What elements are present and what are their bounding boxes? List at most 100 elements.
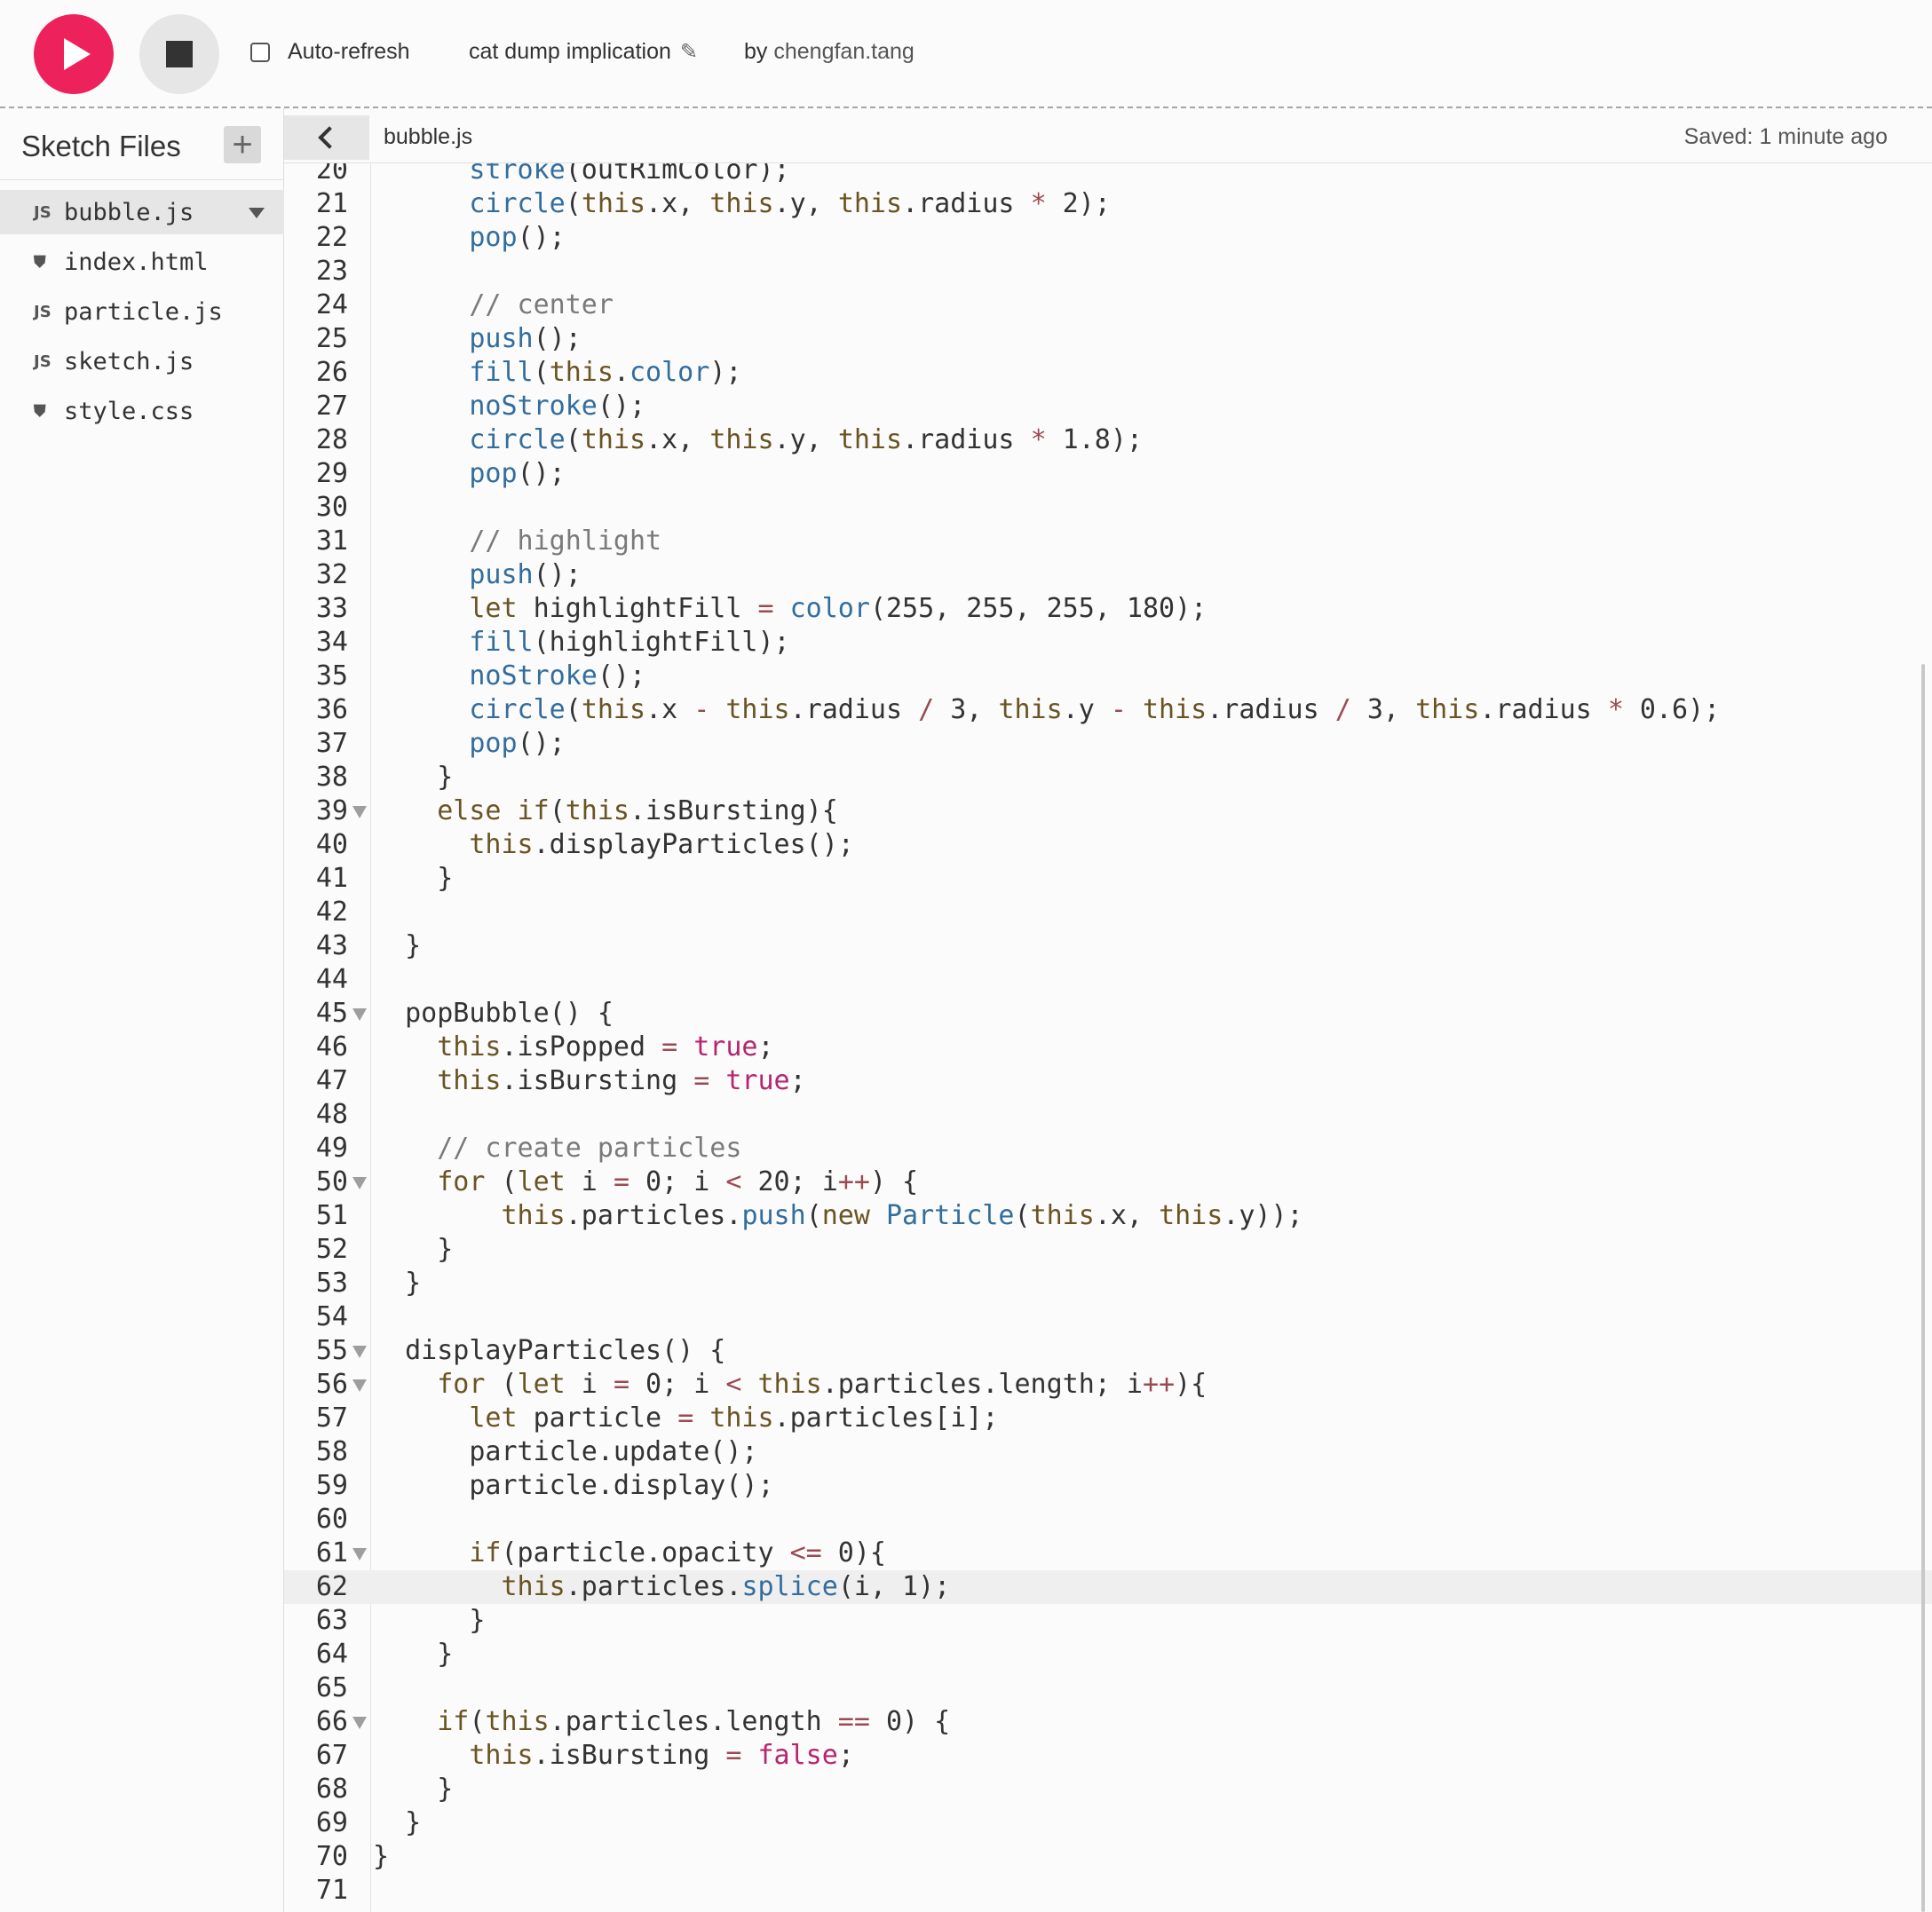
code-line[interactable]: 29 pop(); bbox=[284, 457, 1932, 491]
code-line[interactable]: 53 } bbox=[284, 1267, 1932, 1300]
line-number: 43 bbox=[315, 930, 348, 961]
code-line[interactable]: 52 } bbox=[284, 1233, 1932, 1267]
code-line[interactable]: 43 } bbox=[284, 929, 1932, 963]
fold-arrow-icon[interactable] bbox=[352, 1177, 367, 1189]
editor-file-name: bubble.js bbox=[384, 124, 473, 149]
code-line[interactable]: 44 bbox=[284, 963, 1932, 997]
file-name: particle.js bbox=[64, 297, 223, 326]
line-number: 67 bbox=[315, 1740, 348, 1771]
code-line[interactable]: 57 let particle = this.particles[i]; bbox=[284, 1402, 1932, 1435]
line-number: 62 bbox=[315, 1571, 348, 1602]
code-line[interactable]: 45 popBubble() { bbox=[284, 997, 1932, 1031]
collapse-sidebar-button[interactable] bbox=[284, 115, 369, 160]
fold-arrow-icon[interactable] bbox=[352, 1008, 367, 1021]
code-line[interactable]: 64 } bbox=[284, 1638, 1932, 1671]
sketch-name[interactable]: cat dump implication ✎ bbox=[469, 39, 698, 65]
code-line[interactable]: 30 bbox=[284, 491, 1932, 525]
fold-arrow-icon[interactable] bbox=[352, 1346, 367, 1358]
file-item-index-html[interactable]: ⛊ index.html bbox=[0, 240, 284, 284]
auto-refresh-toggle[interactable]: Auto-refresh bbox=[250, 39, 410, 65]
code-line[interactable]: 62 this.particles.splice(i, 1); bbox=[284, 1570, 1932, 1604]
pencil-icon[interactable]: ✎ bbox=[680, 39, 698, 65]
file-options-caret-icon[interactable] bbox=[249, 208, 265, 218]
fold-arrow-icon[interactable] bbox=[352, 1717, 367, 1729]
file-item-bubble-js[interactable]: JS bubble.js bbox=[0, 190, 284, 234]
file-item-sketch-js[interactable]: JS sketch.js bbox=[0, 339, 284, 383]
code-line[interactable]: 48 bbox=[284, 1098, 1932, 1132]
code-text: pop(); bbox=[469, 458, 566, 489]
code-line[interactable]: 23 bbox=[284, 255, 1932, 288]
code-line[interactable]: 54 bbox=[284, 1300, 1932, 1334]
code-line[interactable]: 27 noStroke(); bbox=[284, 390, 1932, 423]
code-line[interactable]: 68 } bbox=[284, 1773, 1932, 1806]
file-item-style-css[interactable]: ⛊ style.css bbox=[0, 389, 284, 433]
code-line[interactable]: 21 circle(this.x, this.y, this.radius * … bbox=[284, 187, 1932, 221]
code-line[interactable]: 35 noStroke(); bbox=[284, 660, 1932, 693]
code-line[interactable]: 58 particle.update(); bbox=[284, 1435, 1932, 1469]
code-line[interactable]: 69 } bbox=[284, 1806, 1932, 1840]
code-text: } bbox=[373, 1841, 390, 1872]
code-line[interactable]: 70} bbox=[284, 1840, 1932, 1874]
code-text: for (let i = 0; i < 20; i++) { bbox=[437, 1166, 919, 1197]
code-line[interactable]: 46 this.isPopped = true; bbox=[284, 1031, 1932, 1064]
js-file-icon: JS bbox=[34, 202, 51, 222]
code-line[interactable]: 32 push(); bbox=[284, 558, 1932, 592]
file-name: bubble.js bbox=[64, 198, 194, 226]
code-line[interactable]: 55 displayParticles() { bbox=[284, 1334, 1932, 1368]
js-file-icon: JS bbox=[34, 352, 51, 371]
code-line[interactable]: 34 fill(highlightFill); bbox=[284, 626, 1932, 660]
fold-arrow-icon[interactable] bbox=[352, 1548, 367, 1560]
code-line[interactable]: 56 for (let i = 0; i < this.particles.le… bbox=[284, 1368, 1932, 1402]
code-line[interactable]: 33 let highlightFill = color(255, 255, 2… bbox=[284, 592, 1932, 626]
code-line[interactable]: 49 // create particles bbox=[284, 1132, 1932, 1165]
code-line[interactable]: 38 } bbox=[284, 761, 1932, 794]
code-line[interactable]: 37 pop(); bbox=[284, 727, 1932, 761]
code-line[interactable]: 50 for (let i = 0; i < 20; i++) { bbox=[284, 1165, 1932, 1199]
line-number: 37 bbox=[315, 728, 348, 759]
file-list: JS bubble.js ⛊ index.html JS particle.js… bbox=[0, 190, 284, 438]
code-line[interactable]: 25 push(); bbox=[284, 322, 1932, 356]
saved-status: Saved: 1 minute ago bbox=[1683, 124, 1888, 149]
code-line[interactable]: 65 bbox=[284, 1671, 1932, 1705]
fold-arrow-icon[interactable] bbox=[352, 1379, 367, 1392]
code-line[interactable]: 22 pop(); bbox=[284, 221, 1932, 255]
code-line[interactable]: 39 else if(this.isBursting){ bbox=[284, 794, 1932, 828]
code-line[interactable]: 60 bbox=[284, 1503, 1932, 1537]
fold-arrow-icon[interactable] bbox=[352, 806, 367, 818]
code-line[interactable]: 59 particle.display(); bbox=[284, 1469, 1932, 1503]
code-line[interactable]: 28 circle(this.x, this.y, this.radius * … bbox=[284, 423, 1932, 457]
line-number: 53 bbox=[315, 1268, 348, 1299]
file-item-particle-js[interactable]: JS particle.js bbox=[0, 289, 284, 334]
code-line[interactable]: 36 circle(this.x - this.radius / 3, this… bbox=[284, 693, 1932, 727]
line-number: 68 bbox=[315, 1774, 348, 1805]
author-link[interactable]: chengfan.tang bbox=[773, 39, 914, 64]
code-line[interactable]: 41 } bbox=[284, 862, 1932, 896]
code-line[interactable]: 66 if(this.particles.length == 0) { bbox=[284, 1705, 1932, 1739]
add-file-button[interactable]: + bbox=[224, 126, 261, 163]
code-line[interactable]: 63 } bbox=[284, 1604, 1932, 1638]
code-line[interactable]: 71 bbox=[284, 1874, 1932, 1908]
code-line[interactable]: 31 // highlight bbox=[284, 525, 1932, 558]
play-button[interactable] bbox=[34, 14, 114, 94]
code-editor[interactable]: 20 stroke(outRimColor); 21 circle(this.x,… bbox=[284, 163, 1932, 1912]
auto-refresh-checkbox[interactable] bbox=[250, 42, 270, 62]
code-line[interactable]: 67 this.isBursting = false; bbox=[284, 1739, 1932, 1773]
line-number: 49 bbox=[315, 1133, 348, 1164]
code-text: } bbox=[373, 1234, 454, 1265]
code-text: else if(this.isBursting){ bbox=[437, 795, 838, 826]
code-text: this.displayParticles(); bbox=[469, 829, 854, 860]
code-line[interactable]: 26 fill(this.color); bbox=[284, 356, 1932, 390]
code-line[interactable]: 40 this.displayParticles(); bbox=[284, 828, 1932, 862]
editor-scrollbar[interactable] bbox=[1921, 664, 1925, 1912]
line-number: 42 bbox=[315, 897, 348, 928]
code-line[interactable]: 51 this.particles.push(new Particle(this… bbox=[284, 1199, 1932, 1233]
line-number: 21 bbox=[315, 188, 348, 219]
code-line[interactable]: 24 // center bbox=[284, 288, 1932, 322]
code-line[interactable]: 42 bbox=[284, 896, 1932, 929]
code-text: noStroke(); bbox=[469, 660, 646, 691]
stop-button[interactable] bbox=[139, 14, 219, 94]
code-line[interactable]: 61 if(particle.opacity <= 0){ bbox=[284, 1537, 1932, 1570]
chevron-left-icon bbox=[318, 126, 341, 149]
code-line[interactable]: 20 stroke(outRimColor); bbox=[284, 163, 1932, 187]
code-line[interactable]: 47 this.isBursting = true; bbox=[284, 1064, 1932, 1098]
